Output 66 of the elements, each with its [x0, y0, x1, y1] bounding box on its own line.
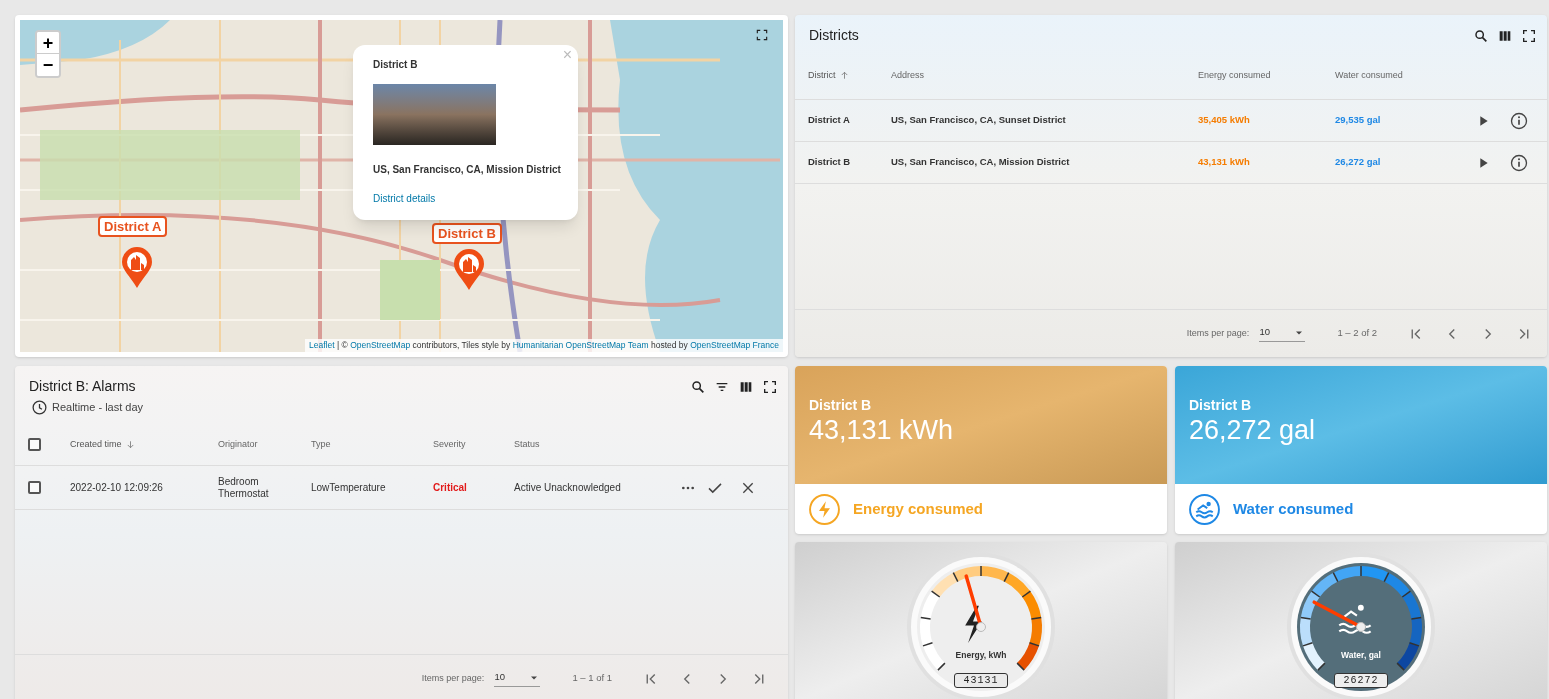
panel-title: Districts: [809, 26, 859, 45]
page-size-select[interactable]: 10: [1259, 325, 1306, 342]
map-attribution: Leaflet | © OpenStreetMap contributors, Tiles style by Humanitarian OpenStreetMap Team hosted by OpenStreetMap France: [305, 339, 783, 352]
gauge-readout: 43131: [954, 673, 1008, 688]
gauge-label: Water, gal: [1341, 650, 1381, 660]
map-pin-icon[interactable]: [452, 248, 486, 292]
swimmer-icon: [1338, 604, 1372, 634]
table-cell-text: District A: [808, 113, 851, 128]
table-cell-text: Critical: [433, 481, 468, 494]
column-header[interactable]: Severity: [433, 437, 466, 452]
table-cell-text: LowTemperature: [311, 481, 387, 494]
column-header[interactable]: Water consumed: [1335, 68, 1403, 83]
gauge-readout: 26272: [1334, 673, 1388, 688]
info-icon[interactable]: [1509, 110, 1529, 131]
table-cell-text: Active Unacknowledged: [514, 481, 622, 494]
table-cell-text: US, San Francisco, CA, Sunset District: [891, 113, 1067, 128]
column-header[interactable]: Created time: [70, 437, 122, 452]
column-header[interactable]: Energy consumed: [1198, 68, 1271, 83]
table-cell-text: 29,535 gal: [1335, 113, 1382, 128]
items-per-page-label: Items per page:: [1186, 326, 1250, 340]
column-header[interactable]: Address: [891, 68, 925, 83]
popup-title: District B: [373, 58, 419, 72]
column-header[interactable]: District: [808, 68, 836, 83]
fullscreen-icon[interactable]: [762, 378, 778, 395]
clock-icon: [31, 399, 48, 416]
panel-title: District B: Alarms: [29, 377, 136, 396]
fullscreen-icon[interactable]: [1521, 27, 1537, 44]
swimmer-icon: [1188, 492, 1221, 526]
column-header[interactable]: Originator: [218, 437, 258, 452]
attribution-link[interactable]: OpenStreetMap France: [690, 340, 779, 350]
zoom-in-button[interactable]: +: [37, 32, 59, 54]
table-cell-text: 35,405 kWh: [1198, 113, 1251, 128]
page-size-select[interactable]: 10: [494, 670, 541, 687]
district-details-link[interactable]: District details: [373, 191, 436, 206]
card-label: Water consumed: [1233, 498, 1354, 519]
page-range: 1 – 1 of 1: [572, 671, 612, 686]
page-range: 1 – 2 of 2: [1337, 326, 1377, 341]
card-value: 26,272 gal: [1189, 414, 1317, 446]
card-title: District B: [1189, 396, 1253, 414]
search-icon[interactable]: [1473, 27, 1489, 44]
card-title: District B: [809, 396, 873, 414]
card-label: Energy consumed: [853, 498, 984, 519]
attribution-link[interactable]: Leaflet: [309, 340, 335, 350]
timewindow-label[interactable]: Realtime - last day: [52, 399, 144, 416]
items-per-page-label: Items per page:: [421, 671, 485, 685]
table-cell-text: 26,272 gal: [1335, 155, 1382, 170]
info-icon[interactable]: [1509, 152, 1529, 173]
table-cell-text: US, San Francisco, CA, Mission District: [891, 155, 1071, 170]
checkbox[interactable]: [28, 481, 41, 494]
table-cell-text: District B: [808, 155, 852, 170]
card-value: 43,131 kWh: [809, 414, 955, 446]
marker-label: District A: [98, 216, 168, 237]
column-header[interactable]: Status: [514, 437, 540, 452]
lightning-icon: [808, 492, 841, 526]
fullscreen-icon[interactable]: [755, 28, 769, 42]
search-icon[interactable]: [690, 378, 706, 395]
checkbox[interactable]: [28, 438, 41, 451]
gauge-label: Energy, kWh: [955, 650, 1007, 660]
attribution-link[interactable]: OpenStreetMap: [350, 340, 411, 350]
attribution-link[interactable]: Humanitarian OpenStreetMap Team: [512, 340, 649, 350]
map-pin-icon[interactable]: [120, 246, 154, 290]
table-cell-text: Bedroom Thermostat: [218, 475, 270, 500]
marker-label: District B: [432, 223, 502, 244]
column-header[interactable]: Type: [311, 437, 331, 452]
table-cell-text: 2022-02-10 12:09:26: [70, 481, 164, 494]
table-cell-text: 43,131 kWh: [1198, 155, 1251, 170]
